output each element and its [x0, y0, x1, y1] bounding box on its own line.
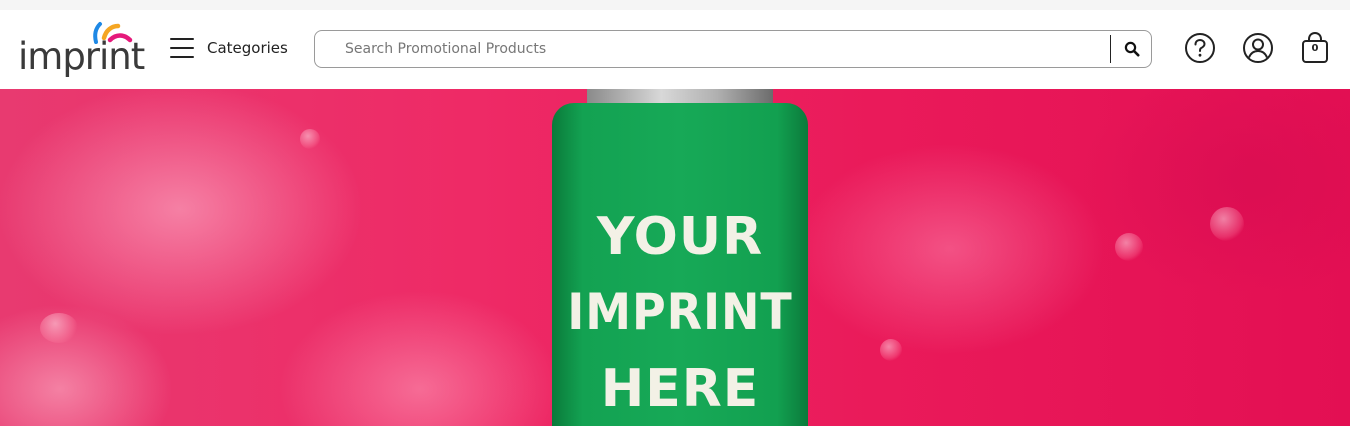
- cart-button[interactable]: 0: [1298, 30, 1332, 66]
- site-header: imprint Categories Search Promotional Pr…: [0, 10, 1350, 89]
- search-divider: [1110, 35, 1111, 63]
- categories-label: Categories: [207, 39, 288, 57]
- hero-text-line3: HERE: [600, 359, 760, 419]
- koozie-product: YOUR IMPRINT HERE: [552, 103, 808, 426]
- user-circle-icon: [1243, 33, 1273, 63]
- search-bar: [314, 30, 1152, 68]
- logo-link[interactable]: imprint: [18, 20, 145, 80]
- top-strip: [0, 0, 1350, 10]
- categories-button[interactable]: Categories: [168, 34, 288, 62]
- hero-banner[interactable]: YOUR IMPRINT HERE: [0, 89, 1350, 426]
- cart-count-badge: 0: [1311, 43, 1319, 54]
- hamburger-menu-icon: [168, 36, 196, 60]
- search-button[interactable]: [1115, 32, 1149, 66]
- powder-bubble: [880, 339, 902, 361]
- search-icon: [1124, 41, 1140, 57]
- hero-text-line2: IMPRINT: [567, 283, 793, 341]
- search-input[interactable]: [333, 31, 1113, 67]
- logo-text: imprint: [18, 35, 145, 78]
- question-circle-icon: [1185, 33, 1215, 63]
- help-button[interactable]: [1183, 30, 1217, 66]
- account-button[interactable]: [1241, 30, 1275, 66]
- powder-bubble: [40, 313, 78, 343]
- powder-bubble: [300, 129, 320, 149]
- powder-bubble: [1210, 207, 1244, 241]
- powder-bubble: [1115, 233, 1143, 261]
- hero-text-line1: YOUR: [596, 207, 764, 267]
